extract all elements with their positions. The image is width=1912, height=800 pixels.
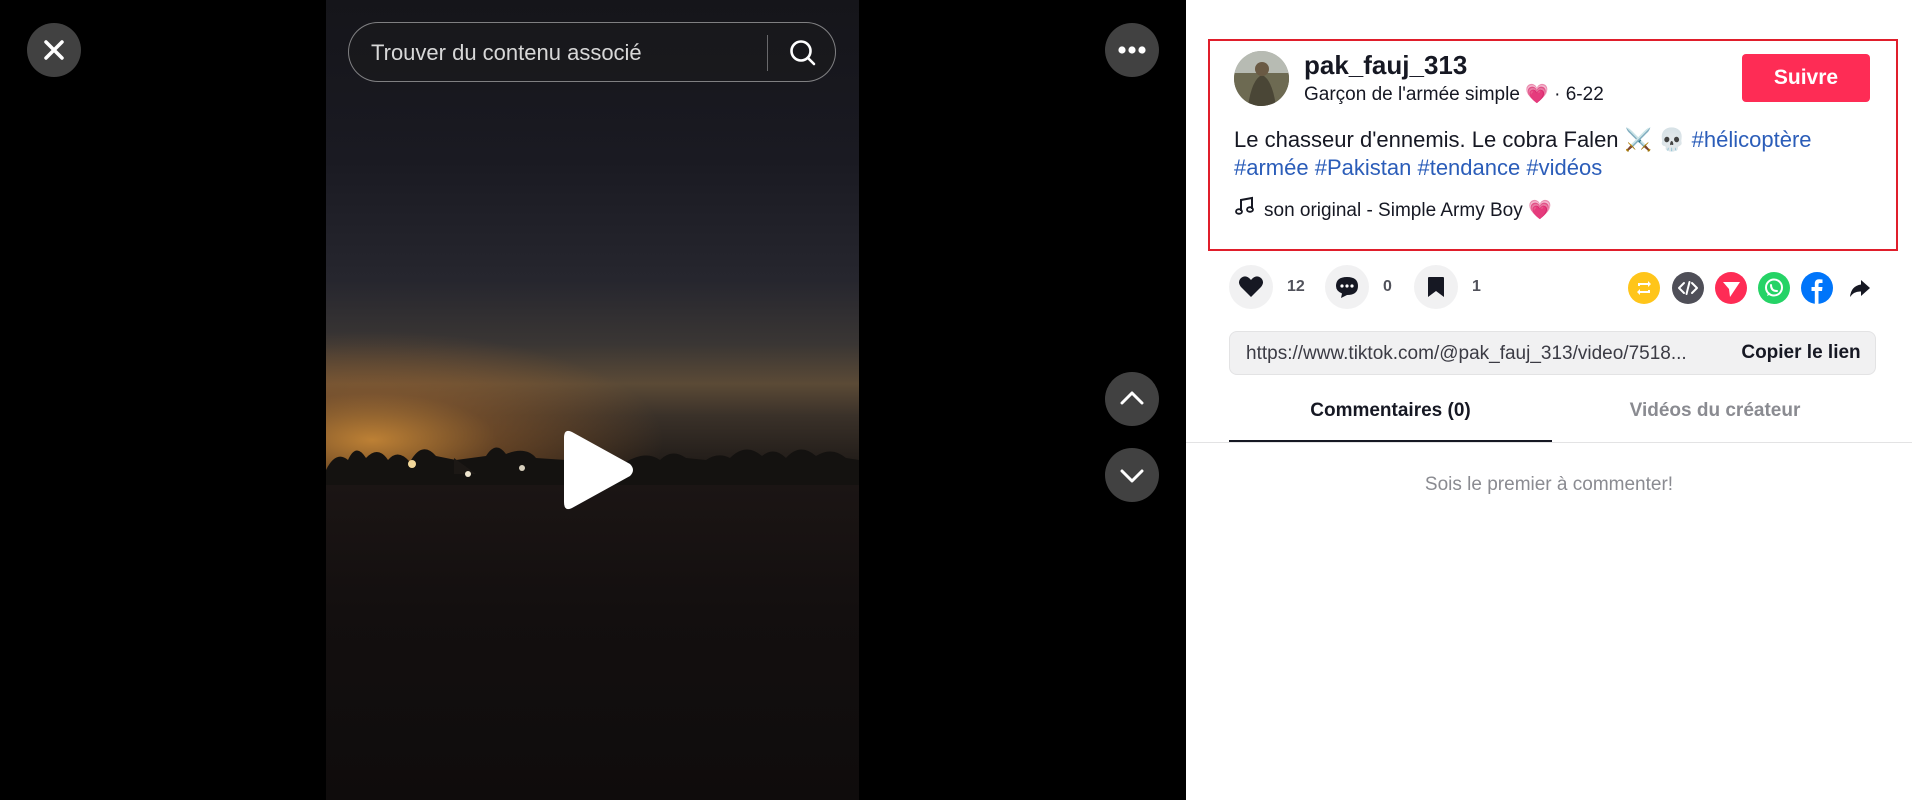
music-link[interactable]: son original - Simple Army Boy 💗 <box>1234 196 1552 222</box>
repost-button[interactable] <box>1628 272 1660 304</box>
embed-button[interactable] <box>1672 272 1704 304</box>
caption-text: Le chasseur d'ennemis. Le cobra Falen ⚔️… <box>1234 127 1692 152</box>
video-link-box: https://www.tiktok.com/@pak_fauj_313/vid… <box>1229 331 1876 375</box>
search-bar <box>348 22 836 83</box>
repost-icon <box>1637 281 1651 295</box>
send-icon <box>1723 282 1740 297</box>
more-icon <box>1118 46 1146 54</box>
comment-icon <box>1336 277 1358 298</box>
avatar-image <box>1234 51 1289 106</box>
share-arrow-icon <box>1850 280 1870 297</box>
comment-button[interactable]: 0 <box>1325 265 1392 309</box>
tab-comments[interactable]: Commentaires (0) <box>1229 400 1552 442</box>
hashtag-link[interactable]: #tendance <box>1417 155 1520 180</box>
send-to-friends-button[interactable] <box>1715 272 1747 304</box>
hashtag-link[interactable]: #vidéos <box>1526 155 1602 180</box>
bookmark-icon <box>1428 277 1444 297</box>
author-nickname: Garçon de l'armée simple <box>1304 84 1520 105</box>
search-button[interactable] <box>781 31 825 75</box>
hashtag-link[interactable]: #armée <box>1234 155 1309 180</box>
close-button[interactable] <box>27 23 81 77</box>
avatar[interactable] <box>1234 51 1289 106</box>
previous-video-button[interactable] <box>1105 372 1159 426</box>
play-icon[interactable] <box>560 428 636 512</box>
facebook-icon <box>1811 279 1823 304</box>
search-input[interactable] <box>369 23 773 83</box>
like-button[interactable]: 12 <box>1229 265 1305 309</box>
comment-count: 0 <box>1383 278 1392 295</box>
follow-button[interactable]: Suivre <box>1742 54 1870 102</box>
music-title: son original - Simple Army Boy <box>1264 200 1523 221</box>
next-video-button[interactable] <box>1105 448 1159 502</box>
whatsapp-share-button[interactable] <box>1758 272 1790 304</box>
hashtag-link[interactable]: #Pakistan <box>1315 155 1412 180</box>
music-heart-emoji: 💗 <box>1528 200 1552 221</box>
video-player[interactable] <box>326 0 859 800</box>
save-count: 1 <box>1472 278 1481 295</box>
close-icon <box>44 40 64 60</box>
tab-creator-videos[interactable]: Vidéos du créateur <box>1554 400 1876 442</box>
post-caption: Le chasseur d'ennemis. Le cobra Falen ⚔️… <box>1234 126 1834 182</box>
hashtag-link[interactable]: #hélicoptère <box>1692 127 1812 152</box>
video-stage <box>0 0 1186 800</box>
chevron-up-icon <box>1120 391 1144 405</box>
more-share-button[interactable] <box>1844 272 1876 304</box>
facebook-share-button[interactable] <box>1801 272 1833 304</box>
search-divider <box>767 35 768 71</box>
comments-empty-message: Sois le premier à commenter! <box>1424 474 1674 495</box>
video-ground <box>326 485 859 800</box>
nickname-heart-emoji: 💗 <box>1525 84 1549 105</box>
tabs-divider <box>1186 442 1912 443</box>
save-button[interactable]: 1 <box>1414 265 1481 309</box>
embed-icon <box>1678 281 1698 295</box>
music-note-icon <box>1235 196 1254 215</box>
author-subline: Garçon de l'armée simple 💗 · 6-22 <box>1304 82 1604 106</box>
video-url[interactable]: https://www.tiktok.com/@pak_fauj_313/vid… <box>1246 343 1706 365</box>
author-username[interactable]: pak_fauj_313 <box>1304 50 1467 81</box>
search-icon <box>790 40 816 66</box>
heart-icon <box>1239 276 1263 297</box>
whatsapp-icon <box>1765 278 1783 297</box>
more-options-button[interactable] <box>1105 23 1159 77</box>
like-count: 12 <box>1287 278 1305 295</box>
copy-link-button[interactable]: Copier le lien <box>1726 332 1876 374</box>
chevron-down-icon <box>1120 469 1144 483</box>
post-date: · 6-22 <box>1554 84 1604 105</box>
